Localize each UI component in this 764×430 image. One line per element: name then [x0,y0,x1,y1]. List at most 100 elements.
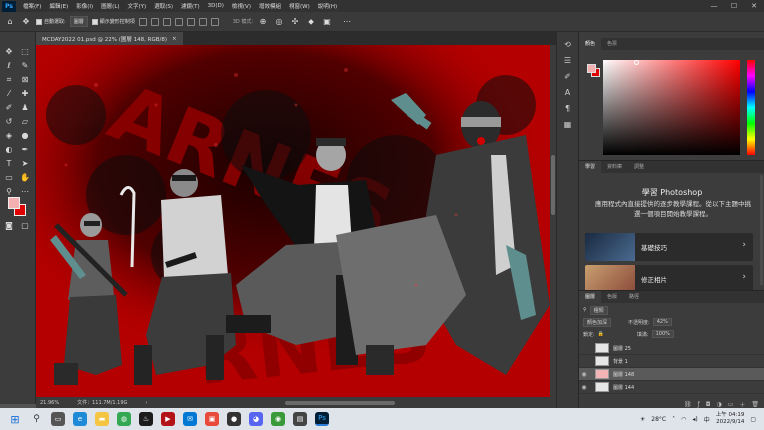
align-left-icon[interactable] [138,17,147,26]
3d-scale-icon[interactable]: ▣ [321,16,333,28]
line-app-icon[interactable]: ◉ [271,412,285,426]
healing-tool-icon[interactable]: ✚ [19,88,31,99]
frame-tool-icon[interactable]: ⊠ [19,74,31,85]
group-icon[interactable]: ▭ [728,401,734,408]
document-tab[interactable]: MCDAY2022 01.psd @ 22% (圖層 148, RGB/8) × [36,32,183,45]
distribute-icon[interactable] [210,17,219,26]
pen-tool-icon[interactable]: ✒ [19,144,31,155]
character-icon[interactable]: A [562,88,573,98]
github-icon[interactable]: ● [227,412,241,426]
artwork-canvas[interactable]: ARNES RNES [36,45,550,397]
media-app-icon[interactable]: ▶ [161,412,175,426]
edit-toolbar-icon[interactable]: ⋯ [19,186,31,197]
align-bottom-icon[interactable] [198,17,207,26]
color-picker-field[interactable] [603,60,740,155]
tab-color[interactable]: 顏色 [579,38,602,50]
stamp-tool-icon[interactable]: ♟ [19,102,31,113]
brush-settings-icon[interactable]: ✐ [562,72,573,82]
home-icon[interactable]: ⌂ [4,16,16,28]
menu-window[interactable]: 視窗(W) [285,2,314,10]
artboard-tool-icon[interactable]: ⬚ [19,46,31,57]
more-options-icon[interactable]: ⋯ [341,16,353,28]
quick-select-tool-icon[interactable]: ✎ [19,60,31,71]
lock-icon[interactable]: 🔒 [598,331,604,337]
paint-bucket-icon[interactable]: ◈ [3,130,15,141]
3d-pan-icon[interactable]: ✣ [289,16,301,28]
menu-view[interactable]: 檢視(V) [228,2,255,10]
windows-start-icon[interactable]: ⊞ [8,412,22,426]
rectangle-tool-icon[interactable]: ▭ [3,172,15,183]
align-top-icon[interactable] [174,17,183,26]
steam-icon[interactable]: ♨ [139,412,153,426]
tab-adjustments[interactable]: 調整 [628,161,650,173]
dodge-tool-icon[interactable]: ◐ [3,144,15,155]
learn-scrollbar[interactable] [760,175,763,285]
paragraph-icon[interactable]: ¶ [562,104,573,114]
layer-row[interactable]: 圖層 25 [579,342,764,355]
adjustment-icon[interactable]: ◑ [716,401,721,408]
notification-icon[interactable]: ▢ [750,416,756,423]
file-explorer-icon[interactable]: ▬ [95,412,109,426]
color-picker-cursor[interactable] [634,60,639,65]
3d-slide-icon[interactable]: ⬥ [305,16,317,28]
3d-roll-icon[interactable]: ◎ [273,16,285,28]
ime-indicator[interactable]: 中 [704,415,710,424]
menu-help[interactable]: 說明(H) [314,2,341,10]
search-icon[interactable]: ⚲ [30,413,43,426]
lasso-tool-icon[interactable]: ℓ [3,60,15,71]
brush-tool-icon[interactable]: ✐ [3,102,15,113]
mask-icon[interactable]: ◘ [706,401,711,408]
eraser-tool-icon[interactable]: ▱ [19,116,31,127]
task-view-icon[interactable]: ▭ [51,412,65,426]
learn-card-basics[interactable]: 基礎技巧 › [585,233,753,261]
tab-libraries[interactable]: 資料庫 [601,161,628,173]
tab-swatches[interactable]: 色票 [601,38,623,50]
align-right-icon[interactable] [162,17,171,26]
zoom-tool-icon[interactable]: ⚲ [3,186,15,197]
fx-icon[interactable]: ƒ [698,401,700,408]
hue-slider[interactable] [747,60,755,155]
weather-temp[interactable]: 28°C [651,416,666,423]
discord-icon[interactable]: ◕ [249,412,263,426]
tab-learn[interactable]: 學習 [579,161,602,173]
minimize-button[interactable]: — [704,2,724,10]
move-tool-icon[interactable]: ✥ [20,16,32,28]
layer-row[interactable]: ◉ 圖層 144 [579,381,764,394]
tab-layers[interactable]: 圖層 [579,291,602,303]
history-icon[interactable]: ⟲ [562,40,573,50]
properties-icon[interactable]: ☰ [562,56,573,66]
eye-icon[interactable]: ◉ [579,384,589,391]
tab-paths[interactable]: 路徑 [623,291,645,303]
menu-type[interactable]: 文字(Y) [124,2,151,10]
quick-mask-icon[interactable]: ◙ [3,220,15,231]
3d-orbit-icon[interactable]: ⊕ [257,16,269,28]
office-icon[interactable]: ▣ [205,412,219,426]
type-tool-icon[interactable]: T [3,158,15,169]
history-brush-icon[interactable]: ↺ [3,116,15,127]
network-icon[interactable]: ◠ [681,416,686,423]
menu-file[interactable]: 檔案(F) [19,2,45,10]
mail-icon[interactable]: ✉ [183,412,197,426]
weather-icon[interactable]: ☀ [640,416,645,423]
blend-mode-dropdown[interactable]: 顏色加深 [583,317,612,327]
foreground-color-mini[interactable] [587,64,596,73]
layer-row[interactable]: 背景 1 [579,355,764,368]
photoshop-taskbar-icon[interactable]: Ps [315,412,329,426]
layer-row-selected[interactable]: ◉ 圖層 148 [579,368,764,381]
clock[interactable]: 上午 04:19 2022/9/14 [716,412,745,426]
align-middle-icon[interactable] [186,17,195,26]
blur-tool-icon[interactable]: ● [19,130,31,141]
volume-icon[interactable]: ◂) [692,416,697,423]
learn-card-fix-photos[interactable]: 修正相片 › [585,265,753,293]
trash-icon[interactable]: 🗑 [751,401,759,408]
fill-input[interactable]: 100% [651,330,674,338]
align-center-icon[interactable] [150,17,159,26]
opacity-input[interactable]: 42% [652,318,672,326]
close-tab-icon[interactable]: × [172,36,177,42]
tray-chevron-icon[interactable]: ˄ [672,416,675,423]
crop-tool-icon[interactable]: ⌗ [3,74,15,85]
maximize-button[interactable]: ☐ [724,2,744,10]
horizontal-scrollbar[interactable] [285,400,396,405]
chrome-icon[interactable]: ◍ [117,412,131,426]
auto-select-checkbox[interactable]: 自動選取: [36,18,66,25]
